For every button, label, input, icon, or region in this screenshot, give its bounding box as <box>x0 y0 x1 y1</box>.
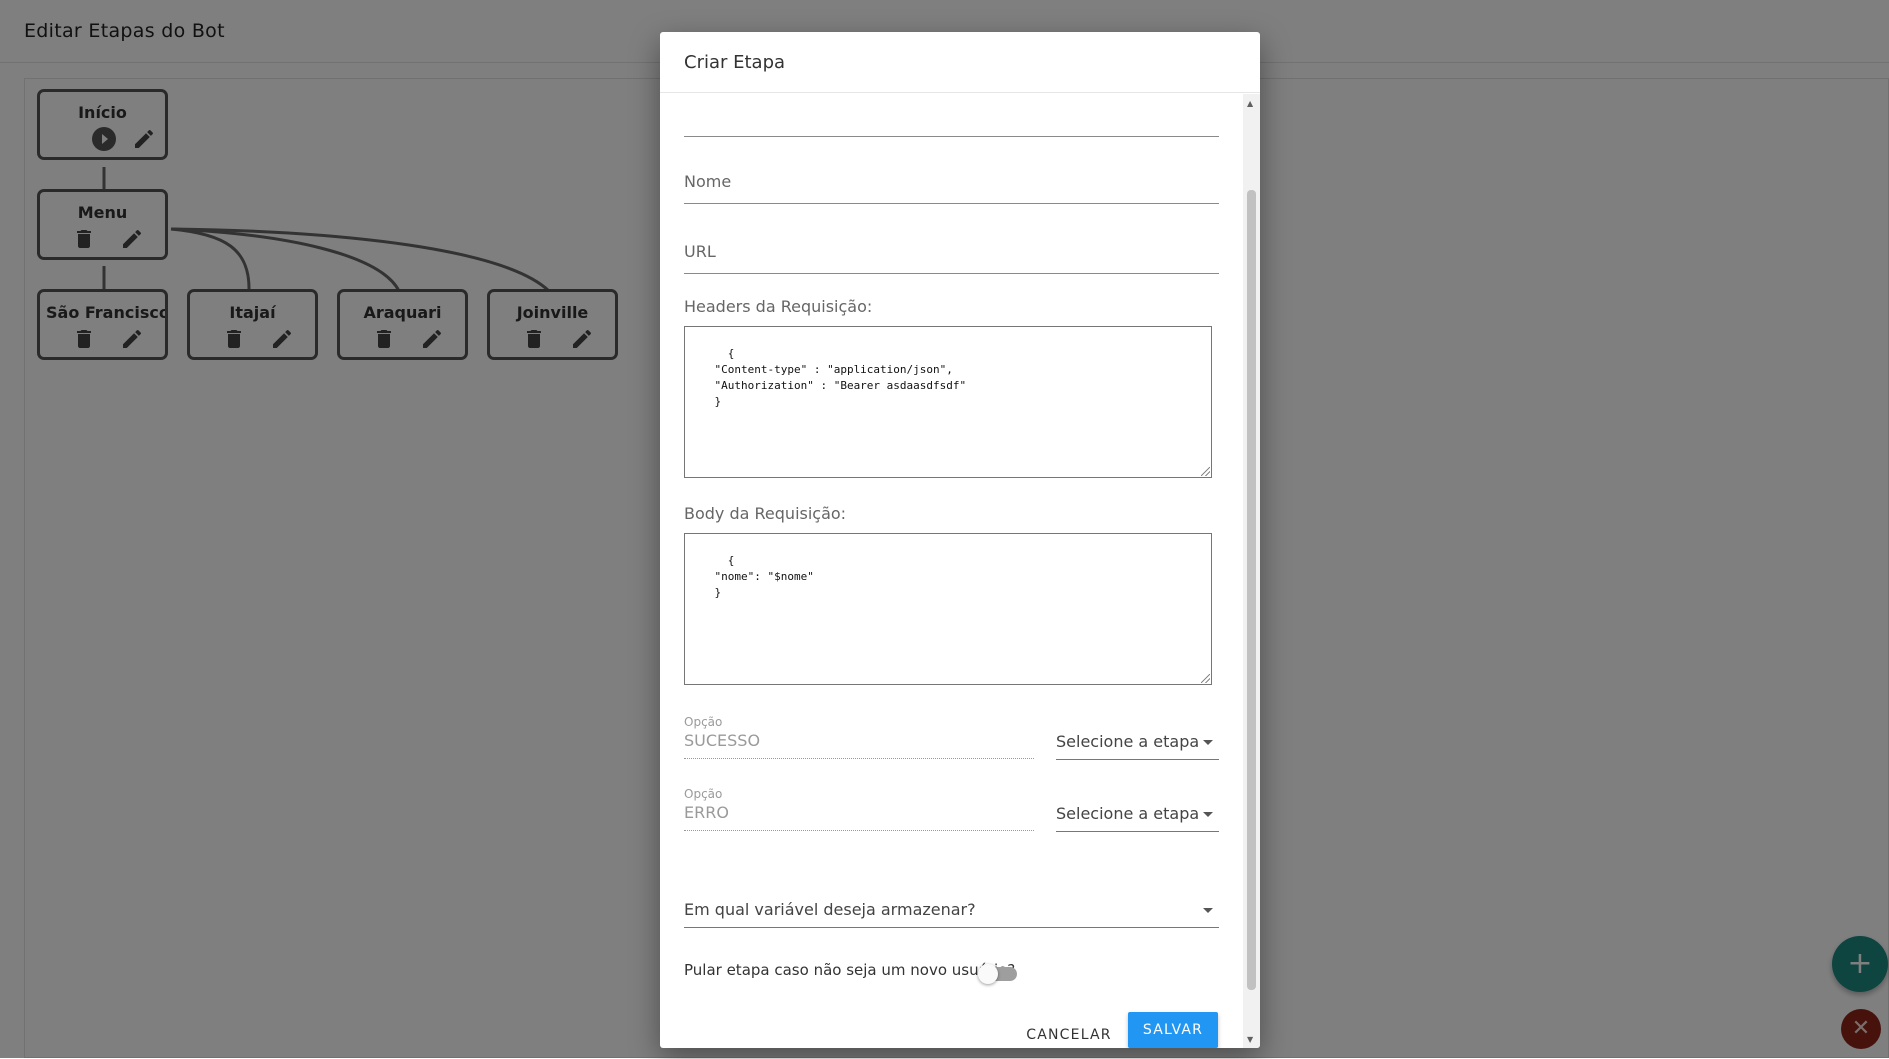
option-erro-value: ERRO <box>684 803 729 822</box>
url-field[interactable]: URL <box>684 242 1219 274</box>
resize-grip-icon[interactable] <box>1201 467 1210 476</box>
dialog-scrollbar[interactable]: ▲ ▼ <box>1243 94 1260 1048</box>
erro-step-placeholder: Selecione a etapa <box>1056 804 1200 823</box>
chevron-down-icon <box>1203 908 1213 913</box>
option-sucesso-label: Opção <box>684 715 723 729</box>
skip-toggle-label: Pular etapa caso não seja um novo usuári… <box>684 961 1016 979</box>
nome-field-placeholder: Nome <box>684 172 732 191</box>
dialog-title: Criar Etapa <box>660 32 1260 93</box>
cancel-button[interactable]: CANCELAR <box>1026 1017 1112 1048</box>
body-label: Body da Requisição: <box>684 504 847 523</box>
resize-grip-icon[interactable] <box>1201 674 1210 683</box>
url-field-placeholder: URL <box>684 242 716 261</box>
erro-step-select[interactable]: Selecione a etapa <box>1056 804 1219 832</box>
save-button[interactable]: SALVAR <box>1128 1012 1218 1048</box>
chevron-down-icon <box>1203 740 1213 745</box>
variable-select[interactable]: Em qual variável deseja armazenar? <box>684 900 1219 928</box>
body-value: { "nome": "$nome" } <box>714 554 814 599</box>
headers-textarea[interactable]: { "Content-type" : "application/json", "… <box>684 326 1212 478</box>
scroll-thumb[interactable] <box>1247 190 1256 990</box>
dialog-body: Nome URL Headers da Requisição: { "Conte… <box>660 94 1243 1048</box>
previous-field-underline[interactable] <box>684 94 1219 137</box>
option-sucesso-field: SUCESSO <box>684 731 1034 759</box>
scroll-up-icon[interactable]: ▲ <box>1247 99 1253 108</box>
headers-label: Headers da Requisição: <box>684 297 873 316</box>
scroll-down-icon[interactable]: ▼ <box>1247 1035 1253 1044</box>
create-step-dialog: Criar Etapa Nome URL Headers da Requisiç… <box>660 32 1260 1048</box>
skip-toggle-knob[interactable] <box>978 964 998 984</box>
sucesso-step-placeholder: Selecione a etapa <box>1056 732 1200 751</box>
variable-select-placeholder: Em qual variável deseja armazenar? <box>684 900 976 919</box>
option-erro-label: Opção <box>684 787 723 801</box>
option-sucesso-value: SUCESSO <box>684 731 761 750</box>
chevron-down-icon <box>1203 812 1213 817</box>
sucesso-step-select[interactable]: Selecione a etapa <box>1056 732 1219 760</box>
body-textarea[interactable]: { "nome": "$nome" } <box>684 533 1212 685</box>
option-erro-field: ERRO <box>684 803 1034 831</box>
nome-field[interactable]: Nome <box>684 172 1219 204</box>
headers-value: { "Content-type" : "application/json", "… <box>714 347 967 408</box>
